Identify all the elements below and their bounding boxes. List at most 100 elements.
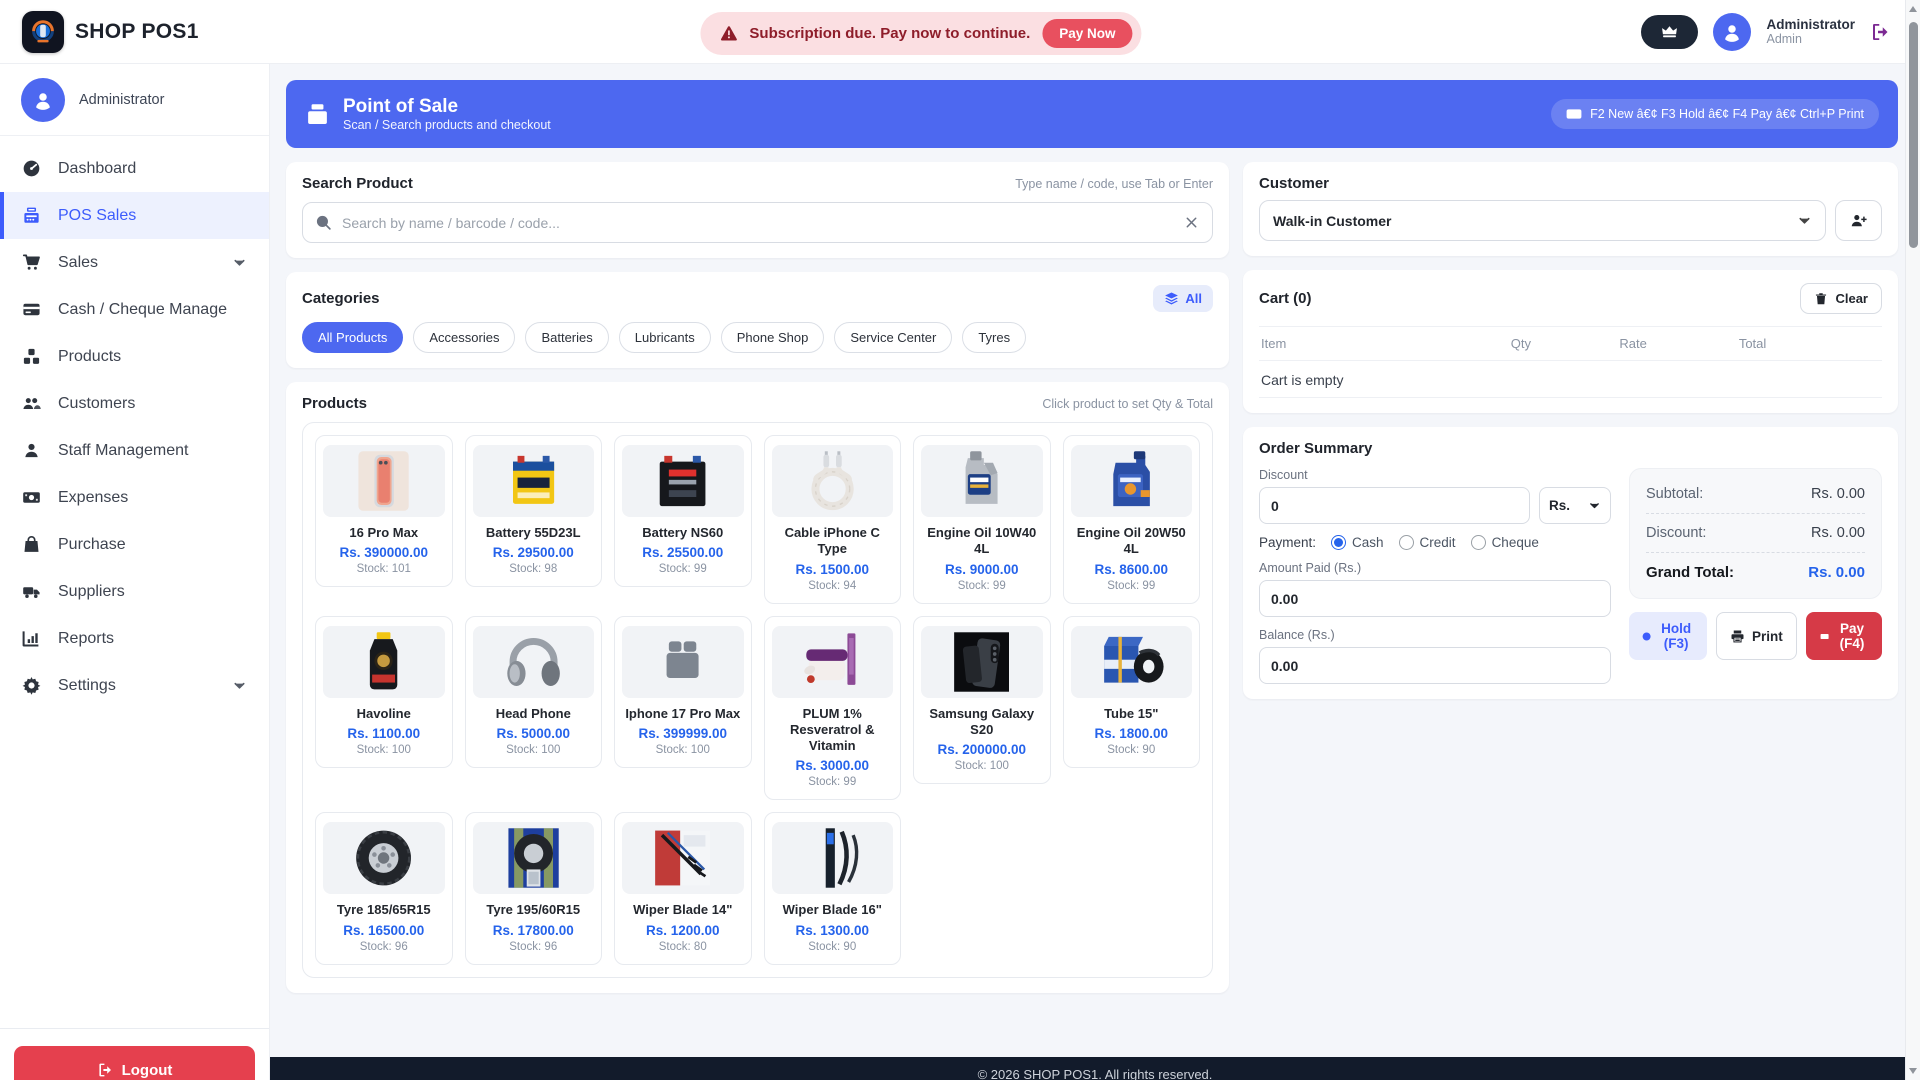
product-stock: Stock: 96 [323, 941, 445, 953]
sidebar-item-reports[interactable]: Reports [0, 615, 269, 662]
logout-icon[interactable] [1870, 22, 1890, 42]
balance-input[interactable] [1259, 647, 1611, 684]
product-card-samsung-galaxy-s20[interactable]: Samsung Galaxy S20 Rs. 200000.00 Stock: … [913, 616, 1051, 785]
scroll-up-arrow[interactable] [1909, 6, 1917, 12]
product-card-havoline[interactable]: Havoline Rs. 1100.00 Stock: 100 [315, 616, 453, 768]
product-price: Rs. 9000.00 [921, 562, 1043, 577]
discount-currency-select[interactable]: Rs. [1539, 487, 1611, 524]
footer: © 2026 SHOP POS1. All rights reserved. [270, 1057, 1920, 1080]
money-icon [22, 488, 41, 507]
sidebar-avatar [21, 78, 65, 122]
sidebar-item-pos-sales[interactable]: POS Sales [0, 192, 269, 239]
clear-search-icon[interactable] [1184, 215, 1199, 230]
pay-now-button[interactable]: Pay Now [1042, 19, 1132, 48]
clear-cart-button[interactable]: Clear [1800, 283, 1882, 314]
cart-table-header: ItemQtyRateTotal [1259, 326, 1882, 361]
product-price: Rs. 1100.00 [323, 726, 445, 741]
sidebar-item-label: Suppliers [58, 583, 125, 601]
search-hint: Type name / code, use Tab or Enter [1015, 177, 1213, 191]
layers-icon [1164, 291, 1179, 306]
search-input[interactable] [302, 202, 1213, 243]
amount-paid-label: Amount Paid (Rs.) [1259, 561, 1611, 575]
cart-column-qty: Qty [1511, 336, 1620, 351]
category-chip-accessories[interactable]: Accessories [413, 322, 515, 353]
topbar-right: Administrator Admin [1641, 13, 1890, 51]
product-card-iphone-17-pro-max[interactable]: Iphone 17 Pro Max Rs. 399999.00 Stock: 1… [614, 616, 752, 768]
app-logo-icon [22, 11, 64, 53]
product-card-tyre-195-60r15[interactable]: Tyre 195/60R15 Rs. 17800.00 Stock: 96 [465, 812, 603, 964]
customer-select[interactable]: Walk-in Customer [1259, 200, 1826, 241]
vertical-scrollbar[interactable] [1905, 0, 1920, 1080]
category-chip-batteries[interactable]: Batteries [525, 322, 608, 353]
sidebar-item-dashboard[interactable]: Dashboard [0, 145, 269, 192]
product-card-engine-oil-10w40-4l[interactable]: Engine Oil 10W40 4L Rs. 9000.00 Stock: 9… [913, 435, 1051, 604]
product-image [772, 626, 894, 698]
product-stock: Stock: 100 [473, 744, 595, 756]
subscription-crown-button[interactable] [1641, 15, 1698, 49]
sidebar-item-sales[interactable]: Sales [0, 239, 269, 286]
user-role: Admin [1766, 32, 1855, 46]
payment-radio-cheque[interactable]: Cheque [1471, 535, 1539, 550]
product-card-16-pro-max[interactable]: 16 Pro Max Rs. 390000.00 Stock: 101 [315, 435, 453, 587]
category-chip-service-center[interactable]: Service Center [834, 322, 952, 353]
sidebar-item-purchase[interactable]: Purchase [0, 521, 269, 568]
product-card-engine-oil-20w50-4l[interactable]: Engine Oil 20W50 4L Rs. 8600.00 Stock: 9… [1063, 435, 1201, 604]
product-stock: Stock: 100 [622, 744, 744, 756]
category-chip-phone-shop[interactable]: Phone Shop [721, 322, 825, 353]
product-image [772, 822, 894, 894]
product-stock: Stock: 100 [921, 760, 1043, 772]
product-stock: Stock: 99 [921, 580, 1043, 592]
category-chip-tyres[interactable]: Tyres [962, 322, 1026, 353]
product-card-plum-1-resveratrol-vitamin[interactable]: PLUM 1% Resveratrol & Vitamin Rs. 3000.0… [764, 616, 902, 801]
product-card-tyre-185-65r15[interactable]: Tyre 185/65R15 Rs. 16500.00 Stock: 96 [315, 812, 453, 964]
sidebar-item-customers[interactable]: Customers [0, 380, 269, 427]
category-chip-lubricants[interactable]: Lubricants [619, 322, 711, 353]
product-name: Samsung Galaxy S20 [921, 706, 1043, 739]
product-card-head-phone[interactable]: Head Phone Rs. 5000.00 Stock: 100 [465, 616, 603, 768]
order-summary-title: Order Summary [1259, 440, 1372, 457]
chevron-down-icon [1797, 213, 1812, 228]
product-image [622, 822, 744, 894]
sidebar-item-products[interactable]: Products [0, 333, 269, 380]
pay-button[interactable]: Pay (F4) [1806, 612, 1882, 660]
product-stock: Stock: 98 [473, 563, 595, 575]
product-card-wiper-blade-14[interactable]: Wiper Blade 14" Rs. 1200.00 Stock: 80 [614, 812, 752, 964]
sidebar-item-settings[interactable]: Settings [0, 662, 269, 709]
radio-icon [1331, 535, 1346, 550]
payment-label: Payment: [1259, 535, 1316, 550]
payment-radio-cash[interactable]: Cash [1331, 535, 1384, 550]
category-chip-all-products[interactable]: All Products [302, 322, 403, 353]
payment-radio-credit[interactable]: Credit [1399, 535, 1456, 550]
user-avatar[interactable] [1713, 13, 1751, 51]
sidebar-item-label: Expenses [58, 489, 128, 507]
hold-button[interactable]: Hold (F3) [1629, 612, 1707, 660]
discount-label: Discount [1259, 468, 1611, 482]
register-icon [305, 102, 330, 127]
scrollbar-thumb[interactable] [1909, 22, 1918, 248]
add-customer-button[interactable] [1835, 200, 1882, 241]
sidebar-item-suppliers[interactable]: Suppliers [0, 568, 269, 615]
product-price: Rs. 1300.00 [772, 923, 894, 938]
amount-paid-input[interactable] [1259, 580, 1611, 617]
user-meta: Administrator Admin [1766, 17, 1855, 47]
product-card-battery-55d23l[interactable]: Battery 55D23L Rs. 29500.00 Stock: 98 [465, 435, 603, 587]
product-stock: Stock: 94 [772, 580, 894, 592]
discount-input[interactable] [1259, 487, 1530, 524]
chart-icon [22, 629, 41, 648]
sidebar-item-staff-management[interactable]: Staff Management [0, 427, 269, 474]
scroll-down-arrow[interactable] [1909, 1068, 1917, 1074]
all-categories-badge[interactable]: All [1153, 285, 1213, 312]
user-name: Administrator [1766, 17, 1855, 33]
product-card-battery-ns60[interactable]: Battery NS60 Rs. 25500.00 Stock: 99 [614, 435, 752, 587]
product-price: Rs. 390000.00 [323, 545, 445, 560]
copyright-text: © 2026 SHOP POS1. All rights reserved. [978, 1057, 1213, 1080]
print-button[interactable]: Print [1716, 612, 1797, 660]
product-name: Havoline [323, 706, 445, 722]
sidebar-item-cash-cheque-manage[interactable]: Cash / Cheque Manage [0, 286, 269, 333]
logout-button[interactable]: Logout [14, 1046, 255, 1080]
product-card-wiper-blade-16[interactable]: Wiper Blade 16" Rs. 1300.00 Stock: 90 [764, 812, 902, 964]
product-card-cable-iphone-c-type[interactable]: Cable iPhone C Type Rs. 1500.00 Stock: 9… [764, 435, 902, 604]
product-card-tube-15[interactable]: Tube 15" Rs. 1800.00 Stock: 90 [1063, 616, 1201, 768]
customer-card: Customer Walk-in Customer [1243, 162, 1898, 256]
sidebar-item-expenses[interactable]: Expenses [0, 474, 269, 521]
